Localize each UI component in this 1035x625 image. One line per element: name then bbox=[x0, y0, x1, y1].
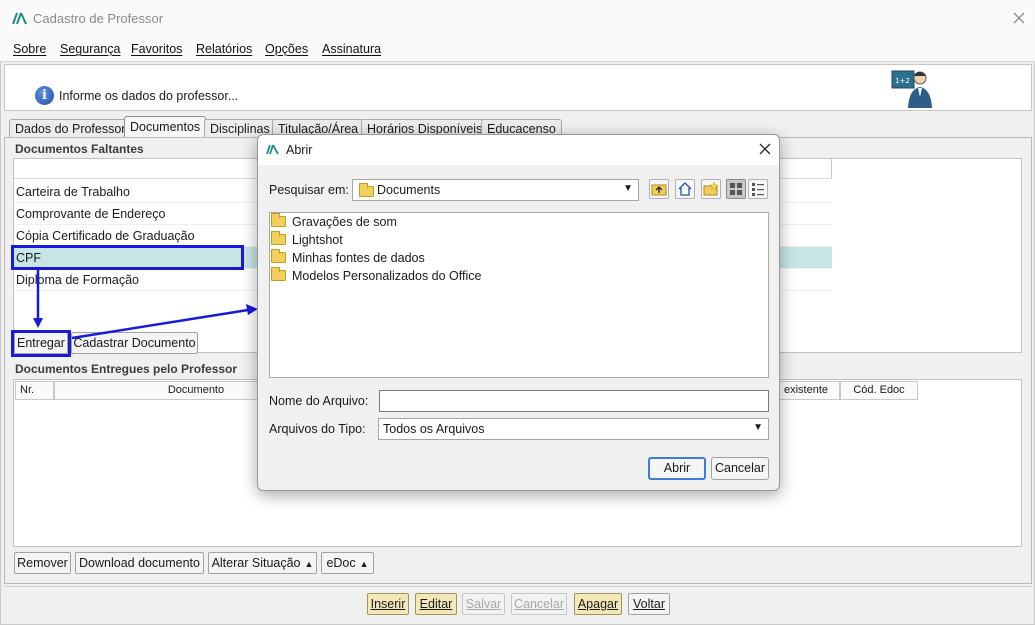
folder-icon bbox=[271, 231, 286, 245]
folder-name: Modelos Personalizados do Office bbox=[292, 269, 482, 283]
dropdown-arrow-icon: ▼ bbox=[753, 422, 763, 433]
home-icon[interactable] bbox=[675, 179, 695, 199]
app-logo-icon bbox=[266, 144, 279, 155]
filename-label: Nome do Arquivo: bbox=[269, 394, 369, 408]
folder-item[interactable]: Lightshot bbox=[271, 231, 343, 251]
folder-item[interactable]: Modelos Personalizados do Office bbox=[271, 267, 482, 287]
folder-icon bbox=[359, 183, 374, 197]
icon-view-icon[interactable] bbox=[726, 179, 746, 199]
filetype-value: Todos os Arquivos bbox=[383, 422, 485, 436]
look-in-label: Pesquisar em: bbox=[269, 183, 349, 197]
folder-item[interactable]: Gravações de som bbox=[271, 213, 397, 233]
folder-name: Minhas fontes de dados bbox=[292, 251, 425, 265]
abrir-button[interactable]: Abrir bbox=[648, 457, 706, 480]
up-folder-icon[interactable] bbox=[649, 179, 669, 199]
folder-icon bbox=[271, 213, 286, 227]
folder-name: Lightshot bbox=[292, 233, 343, 247]
filename-input[interactable] bbox=[379, 390, 769, 412]
folder-item[interactable]: Minhas fontes de dados bbox=[271, 249, 425, 269]
folder-icon bbox=[271, 249, 286, 263]
new-folder-icon[interactable] bbox=[701, 179, 721, 199]
dialog-title: Abrir bbox=[286, 143, 313, 157]
dropdown-arrow-icon: ▼ bbox=[623, 183, 633, 194]
dialog-title-bar bbox=[258, 135, 779, 165]
close-icon[interactable] bbox=[759, 143, 771, 155]
folder-name: Gravações de som bbox=[292, 215, 397, 229]
file-list bbox=[269, 212, 769, 378]
list-view-icon[interactable] bbox=[748, 179, 768, 199]
look-in-combo[interactable]: Documents ▼ bbox=[352, 179, 639, 201]
filetype-select[interactable]: Todos os Arquivos ▼ bbox=[378, 418, 769, 440]
folder-icon bbox=[271, 267, 286, 281]
dialog-cancelar-button[interactable]: Cancelar bbox=[711, 457, 769, 480]
look-in-value: Documents bbox=[377, 183, 441, 197]
filetype-label: Arquivos do Tipo: bbox=[269, 422, 366, 436]
